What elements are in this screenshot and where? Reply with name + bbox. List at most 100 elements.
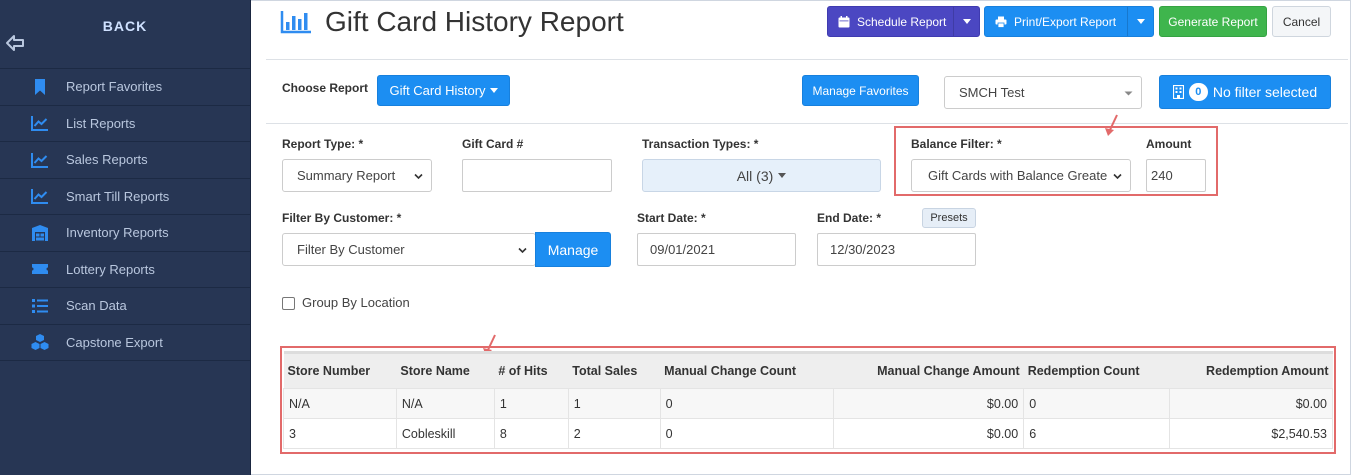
sidebar: BACK Report Favorites List Reports Sales…	[0, 0, 251, 475]
printer-icon	[995, 16, 1007, 28]
gift-card-input[interactable]	[462, 159, 612, 192]
sidebar-item-label: Inventory Reports	[66, 225, 169, 241]
column-header[interactable]: Manual Change Amount	[833, 351, 1024, 389]
column-header[interactable]: Store Number	[283, 351, 397, 389]
sidebar-item-label: Smart Till Reports	[66, 188, 170, 204]
sidebar-item-list-reports[interactable]: List Reports	[0, 106, 250, 142]
bookmark-icon	[31, 78, 49, 96]
manage-customers-button[interactable]: Manage	[535, 232, 611, 267]
column-header[interactable]: Redemption Amount	[1169, 351, 1333, 389]
schedule-dropdown-toggle[interactable]	[953, 7, 979, 36]
column-header[interactable]: Store Name	[396, 351, 495, 389]
sidebar-item-inventory-reports[interactable]: Inventory Reports	[0, 215, 250, 252]
date-presets-button[interactable]: Presets	[922, 208, 976, 228]
group-by-location-checkbox[interactable]	[282, 297, 295, 310]
report-type-value: Summary Report	[297, 168, 396, 183]
table-cell: $0.00	[833, 388, 1025, 419]
back-arrow-icon	[6, 35, 24, 51]
table-cell: $2,540.53	[1169, 418, 1333, 449]
customer-filter-value: Filter By Customer	[297, 242, 405, 257]
list-icon	[31, 297, 49, 315]
table-cell: N/A	[395, 388, 495, 419]
cancel-button[interactable]: Cancel	[1272, 6, 1331, 37]
transaction-types-dropdown[interactable]: All (3)	[642, 159, 881, 192]
caret-down-icon	[1124, 91, 1133, 96]
balance-filter-value: Gift Cards with Balance Greate	[928, 168, 1108, 183]
end-date-input[interactable]: 12/30/2023	[817, 233, 976, 266]
table-cell: 8	[493, 418, 569, 449]
bar-chart-icon	[280, 11, 311, 34]
sidebar-item-smart-till-reports[interactable]: Smart Till Reports	[0, 179, 250, 215]
cubes-icon	[31, 333, 49, 351]
customer-filter-select[interactable]: Filter By Customer	[282, 233, 536, 266]
chevron-down-icon	[414, 173, 423, 180]
filter-count-badge: 0	[1188, 83, 1208, 101]
column-header[interactable]: # of Hits	[494, 351, 569, 389]
chevron-down-icon	[1113, 173, 1122, 180]
choose-report-dropdown[interactable]: Gift Card History	[377, 75, 510, 106]
generate-report-button[interactable]: Generate Report	[1159, 6, 1267, 37]
print-export-button[interactable]: Print/Export Report	[984, 6, 1154, 37]
sidebar-item-lottery-reports[interactable]: Lottery Reports	[0, 252, 250, 288]
caret-down-icon	[778, 173, 787, 178]
sidebar-item-label: Sales Reports	[66, 152, 148, 168]
amount-label: Amount	[1146, 137, 1192, 151]
amount-input[interactable]: 240	[1146, 159, 1206, 192]
main-content: Gift Card History Report Schedule Report…	[266, 0, 1348, 475]
sidebar-item-scan-data[interactable]: Scan Data	[0, 288, 250, 325]
report-type-select[interactable]: Summary Report	[282, 159, 432, 192]
sidebar-item-label: List Reports	[66, 115, 136, 131]
table-cell: 0	[1023, 388, 1171, 419]
group-by-location-label: Group By Location	[302, 295, 410, 310]
filter-selector-button[interactable]: 0 No filter selected	[1159, 75, 1331, 109]
table-header-row: Store Number Store Name # of Hits Total …	[283, 351, 1333, 389]
column-header[interactable]: Total Sales	[568, 351, 661, 389]
sidebar-item-label: Lottery Reports	[66, 261, 155, 277]
start-date-input[interactable]: 09/01/2021	[637, 233, 796, 266]
schedule-report-label: Schedule Report	[857, 14, 947, 29]
caret-down-icon	[1136, 19, 1145, 24]
caret-down-icon	[962, 19, 971, 24]
caret-down-icon	[489, 88, 498, 93]
table-row: N/A N/A 1 1 0 $0.00 0 $0.00	[283, 388, 1333, 419]
filter-label: No filter selected	[1212, 84, 1318, 100]
table-row: 3 Cobleskill 8 2 0 $0.00 6 $2,540.53	[283, 418, 1333, 449]
column-header[interactable]: Manual Change Count	[660, 351, 834, 389]
balance-filter-label: Balance Filter: *	[911, 137, 1002, 151]
table-cell: 2	[567, 418, 661, 449]
warehouse-icon	[31, 224, 49, 242]
building-icon	[1172, 85, 1184, 99]
table-cell: 1	[493, 388, 569, 419]
calendar-icon	[838, 15, 850, 27]
choose-report-label: Choose Report	[282, 81, 369, 95]
schedule-report-button[interactable]: Schedule Report	[827, 6, 980, 37]
chevron-down-icon	[518, 247, 527, 254]
table-cell: 0	[659, 388, 835, 419]
table-cell: 6	[1023, 418, 1171, 449]
sidebar-item-label: Report Favorites	[66, 79, 163, 95]
back-label: BACK	[102, 18, 148, 34]
ticket-icon	[31, 260, 49, 278]
transaction-types-label: Transaction Types: *	[642, 137, 759, 151]
balance-filter-select[interactable]: Gift Cards with Balance Greate	[911, 159, 1131, 192]
sidebar-item-capstone-export[interactable]: Capstone Export	[0, 325, 250, 361]
sidebar-item-report-favorites[interactable]: Report Favorites	[0, 69, 250, 106]
line-chart-icon	[31, 151, 49, 169]
sidebar-item-label: Capstone Export	[66, 334, 163, 350]
end-date-label: End Date: *	[817, 211, 882, 225]
manage-favorites-button[interactable]: Manage Favorites	[802, 75, 919, 106]
sidebar-item-sales-reports[interactable]: Sales Reports	[0, 142, 250, 179]
table-cell: $0.00	[1169, 388, 1333, 419]
results-table: Store Number Store Name # of Hits Total …	[283, 351, 1333, 449]
report-type-label: Report Type: *	[282, 137, 364, 151]
line-chart-icon	[31, 114, 49, 132]
back-button[interactable]: BACK	[0, 0, 250, 69]
page-header: Gift Card History Report Schedule Report…	[266, 0, 1348, 60]
gift-card-label: Gift Card #	[462, 137, 524, 151]
table-cell: $0.00	[833, 418, 1025, 449]
table-cell: Cobleskill	[395, 418, 495, 449]
column-header[interactable]: Redemption Count	[1023, 351, 1170, 389]
store-select[interactable]: SMCH Test	[944, 76, 1142, 109]
print-dropdown-toggle[interactable]	[1127, 7, 1153, 36]
page-title: Gift Card History Report	[325, 6, 624, 37]
